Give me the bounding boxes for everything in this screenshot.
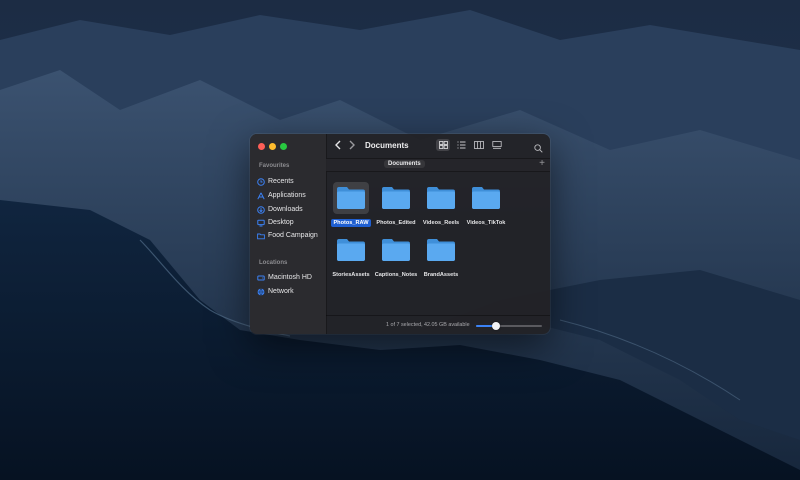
- column-view-icon: [474, 141, 484, 149]
- folder-item-captions-notes[interactable]: Captions_Notes: [374, 234, 418, 288]
- clock-icon: [257, 177, 265, 186]
- sidebar-item-label: Applications: [268, 192, 306, 199]
- zoom-button[interactable]: [280, 143, 287, 150]
- folder-item-photos-edited[interactable]: Photos_Edited: [374, 182, 418, 236]
- folder-icon-wrap: [378, 182, 414, 214]
- folder-item-videos-tiktok[interactable]: Videos_TikTok: [464, 182, 508, 236]
- folder-icon: [427, 187, 455, 209]
- icon-size-slider[interactable]: [476, 322, 542, 330]
- add-tab-button[interactable]: +: [537, 159, 547, 169]
- locations-heading: Locations: [259, 260, 288, 266]
- close-button[interactable]: [258, 143, 265, 150]
- download-icon: [257, 205, 265, 214]
- folder-icon-wrap: [378, 234, 414, 266]
- sidebar-item-label: Macintosh HD: [268, 274, 312, 281]
- search-icon: [534, 144, 543, 153]
- grid-view-icon: [438, 141, 448, 149]
- traffic-lights: [258, 143, 287, 150]
- sidebar-item-macintosh-hd[interactable]: Macintosh HD: [257, 272, 323, 283]
- list-view-icon: [457, 141, 465, 149]
- folder-icon: [257, 232, 265, 240]
- favourites-heading: Favourites: [259, 163, 290, 169]
- back-button[interactable]: [333, 140, 343, 150]
- sidebar-item-applications[interactable]: Applications: [257, 190, 323, 201]
- sidebar-item-label: Network: [268, 288, 294, 295]
- folder-label: BrandAssets: [423, 272, 459, 278]
- folder-label: StoriesAssets: [332, 272, 370, 278]
- folder-label: Photos_RAW: [331, 219, 371, 227]
- gallery-view-button[interactable]: [490, 139, 504, 151]
- folder-icon-wrap: [423, 234, 459, 266]
- main-content: Documents Documents + Photos_RAW Photos_…: [326, 134, 550, 334]
- applications-icon: [257, 192, 265, 200]
- window-title: Documents: [365, 141, 409, 150]
- sidebar-item-label: Downloads: [268, 206, 303, 213]
- folder-label: Photos_Edited: [376, 220, 416, 226]
- grid-view-button[interactable]: [436, 139, 450, 151]
- status-text: 1 of 7 selected, 42.05 GB available: [386, 322, 470, 328]
- folder-item-stories-assets[interactable]: StoriesAssets: [329, 234, 373, 288]
- folder-icon-wrap: [333, 182, 369, 214]
- folder-icon-wrap: [468, 182, 504, 214]
- folder-label: Captions_Notes: [374, 272, 418, 278]
- globe-icon: [257, 287, 265, 296]
- folder-icon-wrap: [333, 234, 369, 266]
- folder-icon: [337, 239, 365, 261]
- finder-window: Favourites Recents Applications Download…: [250, 134, 550, 334]
- folder-icon: [382, 187, 410, 209]
- desktop-icon: [257, 219, 265, 227]
- disk-icon: [257, 274, 265, 282]
- sidebar-item-label: Recents: [268, 178, 294, 185]
- forward-button[interactable]: [347, 140, 357, 150]
- sidebar-item-recents[interactable]: Recents: [257, 176, 323, 187]
- toolbar: Documents: [326, 134, 550, 156]
- tab-documents[interactable]: Documents: [384, 160, 425, 168]
- column-view-button[interactable]: [472, 139, 486, 151]
- gallery-view-icon: [492, 141, 502, 149]
- folder-label: Videos_Reels: [422, 220, 460, 226]
- slider-knob[interactable]: [491, 322, 500, 330]
- folder-icon: [337, 187, 365, 209]
- folder-item-brand-assets[interactable]: BrandAssets: [419, 234, 463, 288]
- status-bar: 1 of 7 selected, 42.05 GB available: [326, 315, 550, 334]
- tab-bar: Documents +: [326, 158, 550, 172]
- plus-icon: +: [539, 158, 545, 169]
- folder-icon: [427, 239, 455, 261]
- view-switcher: [436, 139, 504, 151]
- sidebar-item-food-campaign[interactable]: Food Campaign: [257, 230, 323, 241]
- folder-icon-wrap: [423, 182, 459, 214]
- folder-item-videos-reels[interactable]: Videos_Reels: [419, 182, 463, 236]
- chevron-right-icon: [349, 140, 355, 150]
- sidebar-item-network[interactable]: Network: [257, 286, 323, 297]
- folder-label: Videos_TikTok: [466, 220, 506, 226]
- chevron-left-icon: [335, 140, 341, 150]
- list-view-button[interactable]: [454, 139, 468, 151]
- folder-item-photos-raw[interactable]: Photos_RAW: [329, 182, 373, 236]
- folder-icon: [472, 187, 500, 209]
- sidebar: Favourites Recents Applications Download…: [250, 134, 327, 334]
- folder-icon: [382, 239, 410, 261]
- sidebar-item-downloads[interactable]: Downloads: [257, 204, 323, 215]
- search-button[interactable]: [534, 140, 544, 153]
- sidebar-item-desktop[interactable]: Desktop: [257, 217, 323, 228]
- minimize-button[interactable]: [269, 143, 276, 150]
- sidebar-item-label: Desktop: [268, 219, 294, 226]
- file-grid: Photos_RAW Photos_Edited Videos_Reels Vi…: [326, 174, 550, 316]
- sidebar-item-label: Food Campaign: [268, 232, 318, 239]
